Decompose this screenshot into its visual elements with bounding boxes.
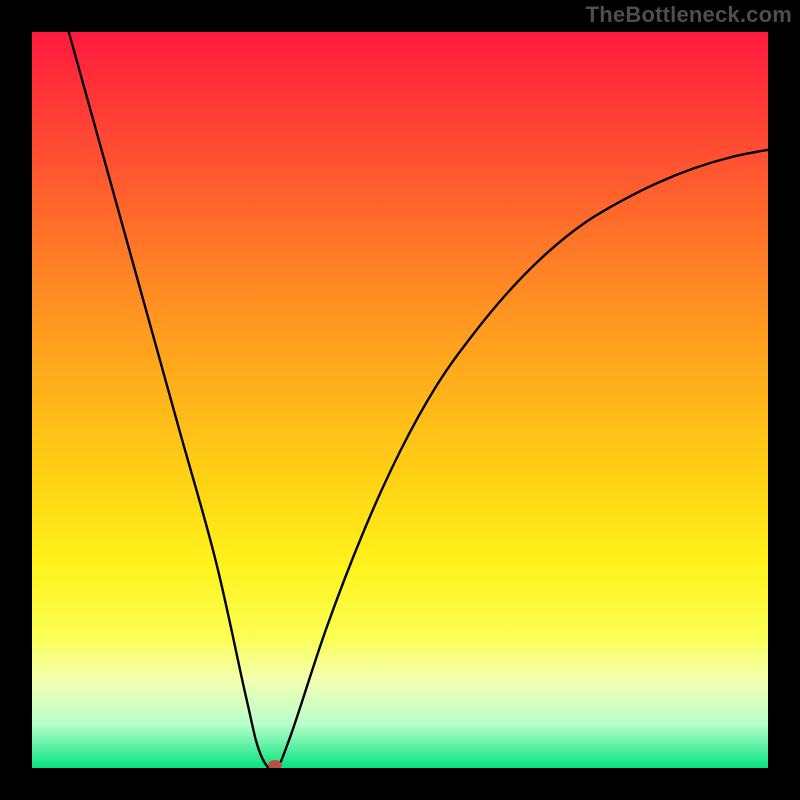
chart-frame: TheBottleneck.com [0,0,800,800]
gradient-background [32,32,768,768]
plot-area [32,32,768,768]
chart-svg [32,32,768,768]
watermark-text: TheBottleneck.com [586,2,792,28]
